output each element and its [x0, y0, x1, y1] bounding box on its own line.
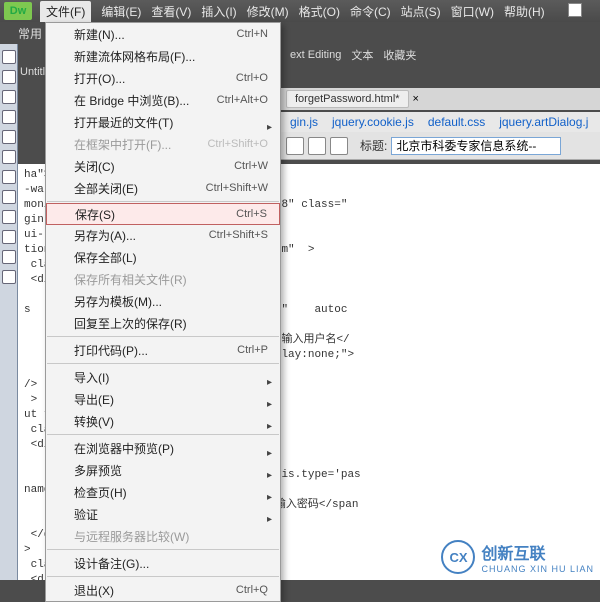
tool-icon[interactable]	[286, 137, 304, 155]
side-icon[interactable]	[2, 190, 16, 204]
menu-item[interactable]: 回复至上次的保存(R)	[46, 312, 280, 334]
menu-item[interactable]: 在 Bridge 中浏览(B)...Ctrl+Alt+O	[46, 89, 280, 111]
menu-view[interactable]: 查看(V)	[151, 3, 191, 20]
menu-item[interactable]: 打印代码(P)...Ctrl+P	[46, 339, 280, 361]
side-icon[interactable]	[2, 250, 16, 264]
side-icon[interactable]	[2, 110, 16, 124]
side-icon[interactable]	[2, 130, 16, 144]
menubar: Dw 文件(F) 编辑(E) 查看(V) 插入(I) 修改(M) 格式(O) 命…	[0, 0, 600, 22]
menu-window[interactable]: 窗口(W)	[451, 3, 494, 20]
menu-item[interactable]: 全部关闭(E)Ctrl+Shift+W	[46, 177, 280, 199]
menu-item: 与远程服务器比较(W)	[46, 525, 280, 547]
side-icon[interactable]	[2, 70, 16, 84]
menu-item[interactable]: 转换(V)	[46, 410, 280, 432]
side-icon[interactable]	[2, 50, 16, 64]
file-2[interactable]: jquery.cookie.js	[332, 115, 414, 129]
menu-file[interactable]: 文件(F)	[40, 1, 91, 22]
insert-bar-label: 常用	[18, 25, 42, 42]
title-label: 标题:	[360, 137, 387, 154]
menu-item[interactable]: 保存全部(L)	[46, 246, 280, 268]
menu-item[interactable]: 新建(N)...Ctrl+N	[46, 23, 280, 45]
menu-format[interactable]: 格式(O)	[299, 3, 340, 20]
menu-item[interactable]: 另存为(A)...Ctrl+Shift+S	[46, 224, 280, 246]
menu-item[interactable]: 验证	[46, 503, 280, 525]
menu-edit[interactable]: 编辑(E)	[101, 3, 141, 20]
app-logo: Dw	[4, 2, 32, 20]
side-icon[interactable]	[2, 90, 16, 104]
menu-site[interactable]: 站点(S)	[401, 3, 441, 20]
doc-tab-strip: forgetPassword.html* ×	[280, 88, 600, 110]
menu-item: 保存所有相关文件(R)	[46, 268, 280, 290]
watermark-text: 创新互联	[481, 540, 594, 564]
tool-icon[interactable]	[308, 137, 326, 155]
side-icon[interactable]	[2, 210, 16, 224]
menu-insert[interactable]: 插入(I)	[201, 3, 236, 20]
untitled-tab[interactable]: Untitl	[20, 66, 45, 78]
menu-item[interactable]: 保存(S)Ctrl+S	[46, 203, 280, 225]
menu-item[interactable]: 打开(O)...Ctrl+O	[46, 67, 280, 89]
file-menu-dropdown: 新建(N)...Ctrl+N新建流体网格布局(F)...打开(O)...Ctrl…	[45, 22, 281, 602]
menu-item[interactable]: 设计备注(G)...	[46, 552, 280, 574]
menu-item: 在框架中打开(F)...Ctrl+Shift+O	[46, 133, 280, 155]
doc-toolbar: 标题:	[280, 132, 600, 160]
menu-item[interactable]: 检查页(H)	[46, 481, 280, 503]
layout-icon[interactable]	[568, 3, 592, 20]
menu-command[interactable]: 命令(C)	[350, 3, 391, 20]
ws-tab-2[interactable]: 文本	[351, 47, 373, 63]
menu-item[interactable]: 关闭(C)Ctrl+W	[46, 155, 280, 177]
title-input[interactable]	[391, 137, 561, 155]
watermark: CX 创新互联 CHUANG XIN HU LIAN	[441, 540, 594, 574]
related-files: gin.js jquery.cookie.js default.css jque…	[280, 112, 600, 132]
file-4[interactable]: jquery.artDialog.j	[499, 115, 588, 129]
file-3[interactable]: default.css	[428, 115, 485, 129]
refresh-icon[interactable]	[330, 137, 348, 155]
menu-item[interactable]: 另存为模板(M)...	[46, 290, 280, 312]
ws-tab-3[interactable]: 收藏夹	[383, 47, 416, 63]
menu-item[interactable]: 打开最近的文件(T)	[46, 111, 280, 133]
menu-item[interactable]: 导出(E)	[46, 388, 280, 410]
menu-help[interactable]: 帮助(H)	[504, 3, 545, 20]
watermark-sub: CHUANG XIN HU LIAN	[481, 564, 594, 574]
menu-item[interactable]: 在浏览器中预览(P)	[46, 437, 280, 459]
ws-tab-1[interactable]: ext Editing	[290, 49, 341, 61]
watermark-logo: CX	[441, 540, 475, 574]
menu-modify[interactable]: 修改(M)	[247, 3, 289, 20]
menu-item[interactable]: 多屏预览	[46, 459, 280, 481]
doc-tab-forget[interactable]: forgetPassword.html*	[286, 90, 409, 108]
workspace-tabs: ext Editing 文本 收藏夹	[280, 44, 600, 66]
file-1[interactable]: gin.js	[290, 115, 318, 129]
menu-item[interactable]: 新建流体网格布局(F)...	[46, 45, 280, 67]
code-toolbar	[0, 44, 18, 580]
side-icon[interactable]	[2, 270, 16, 284]
side-icon[interactable]	[2, 230, 16, 244]
menu-item[interactable]: 导入(I)	[46, 366, 280, 388]
menu-item[interactable]: 退出(X)Ctrl+Q	[46, 579, 280, 601]
close-icon[interactable]: ×	[413, 93, 419, 105]
side-icon[interactable]	[2, 150, 16, 164]
side-icon[interactable]	[2, 170, 16, 184]
